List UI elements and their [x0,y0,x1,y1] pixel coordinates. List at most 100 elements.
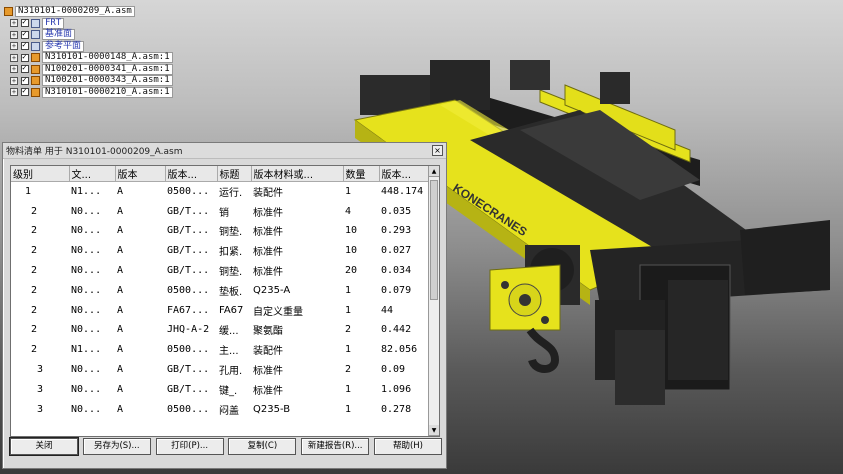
cell-material: 装配件 [253,346,283,358]
cell-level: 1 [25,186,32,198]
cell-level: 2 [31,245,38,257]
expand-icon[interactable]: + [10,19,18,28]
expand-icon[interactable]: + [10,42,18,51]
cell-level: 2 [31,265,38,277]
cell-weight: 0.079 [381,284,412,296]
cell-doc: N0... [71,225,102,237]
col-header-version-code[interactable]: 版本... [165,166,218,182]
cell-version: A [117,324,124,336]
table-row[interactable]: 2 N0... A FA67... FA67 自定义重量 1 44 [11,300,431,320]
print-button[interactable]: 打印(P)... [155,438,224,455]
cell-material: 标准件 [253,366,283,378]
cell-quantity: 2 [345,364,352,376]
tree-root-label: N310101-0000209_A.asm [15,6,135,18]
scroll-down-icon[interactable]: ▼ [429,425,439,436]
tree-item-asm-343[interactable]: + N100201-0000343_A.asm:1 [10,75,194,87]
dialog-title: 物料清单 用于 N310101-0000209_A.asm [6,147,183,157]
table-row[interactable]: 3 N0... A GB/T... 孔用. 标准件 2 0.09 [11,360,431,380]
tree-item-label: 基准面 [42,29,76,41]
cell-doc: N0... [71,245,102,257]
tree-root-item[interactable]: N310101-0000209_A.asm [4,6,194,18]
cell-quantity: 20 [345,265,358,277]
visibility-checkbox[interactable] [21,63,29,74]
expand-icon[interactable]: + [10,76,18,85]
table-row[interactable]: 2 N0... A GB/T... 扣紧. 标准件 10 0.027 [11,241,431,261]
vertical-scrollbar[interactable]: ▲ ▼ [428,166,439,436]
expand-icon[interactable]: + [10,65,18,74]
copy-button[interactable]: 复制(C) [228,438,297,455]
scroll-thumb[interactable] [430,180,438,300]
close-button[interactable]: 关闭 [9,437,79,456]
cell-doc: N0... [71,324,102,336]
cell-material: 标准件 [253,267,283,279]
save-as-button[interactable]: 另存为(S)... [82,438,151,455]
plane-icon [31,41,40,51]
dialog-titlebar[interactable]: 物料清单 用于 N310101-0000209_A.asm × [3,143,446,159]
model-tree[interactable]: N310101-0000209_A.asm + FRT + 基准面 + 参考平面… [4,6,194,98]
tree-item-asm-341[interactable]: + N100201-0000341_A.asm:1 [10,63,194,76]
cell-level: 2 [31,304,38,316]
expand-icon[interactable]: + [10,88,18,97]
col-header-quantity[interactable]: 数量 [343,166,380,182]
new-report-button[interactable]: 新建报告(R)... [301,438,370,455]
visibility-checkbox[interactable] [21,40,29,51]
tree-item-asm-210[interactable]: + N310101-0000210_A.asm:1 [10,86,194,99]
visibility-checkbox[interactable] [21,86,29,97]
table-row[interactable]: 3 N0... A 0500... 闷盖 Q235-B 1 0.278 [11,399,431,419]
tree-item-label: N310101-0000210_A.asm:1 [42,86,173,98]
tree-item-label: 参考平面 [42,40,85,52]
cell-weight: 0.278 [381,403,412,415]
tree-item-ref-plane[interactable]: + 参考平面 [10,40,194,53]
col-header-version[interactable]: 版本 [115,166,166,182]
cell-material: 标准件 [253,385,283,397]
visibility-checkbox[interactable] [21,52,29,62]
cell-doc: N1... [71,186,102,198]
visibility-checkbox[interactable] [21,17,29,28]
cell-weight: 82.056 [381,344,418,356]
table-row[interactable]: 3 N0... A GB/T... 键_. 标准件 1 1.096 [11,379,431,399]
cell-doc: N0... [71,265,102,277]
cell-title: 运行. [219,188,243,200]
help-button[interactable]: 帮助(H) [373,438,442,455]
cell-level: 2 [31,205,38,217]
visibility-checkbox[interactable] [21,29,29,39]
col-header-material[interactable]: 版本材料或... [251,166,344,182]
scroll-up-icon[interactable]: ▲ [429,166,439,177]
cell-weight: 0.034 [381,265,412,277]
tree-item-label: N310101-0000148_A.asm:1 [42,52,173,64]
cell-version-code: JHQ-A-2 [167,324,210,336]
col-header-title[interactable]: 标题 [217,166,252,182]
cell-quantity: 1 [345,403,352,415]
tree-item-frt[interactable]: + FRT [10,17,194,30]
visibility-checkbox[interactable] [21,75,29,85]
cell-version: A [117,403,124,415]
table-row[interactable]: 2 N0... A GB/T... 销 标准件 4 0.035 [11,201,431,221]
tree-item-datum[interactable]: + 基准面 [10,29,194,41]
bom-table-container[interactable]: 级别 文... 版本 版本... 标题 版本材料或... 数量 版本... 1 N… [10,165,440,437]
expand-icon[interactable]: + [10,53,18,62]
close-icon[interactable]: × [432,145,443,156]
table-row[interactable]: 2 N0... A JHQ-A-2 缓... 聚氨酯 2 0.442 [11,320,431,340]
expand-icon[interactable]: + [10,30,18,39]
table-row[interactable]: 2 N1... A 0500... 主... 装配件 1 82.056 [11,340,431,360]
cell-quantity: 1 [345,284,352,296]
cell-version-code: 0500... [167,403,210,415]
col-header-level[interactable]: 级别 [11,166,70,182]
col-header-doc[interactable]: 文... [69,166,116,182]
cell-material: 标准件 [253,247,283,259]
assembly-icon [31,87,40,97]
table-row[interactable]: 2 N0... A GB/T... 铜垫. 标准件 20 0.034 [11,261,431,281]
cell-version-code: GB/T... [167,265,210,277]
cell-version-code: GB/T... [167,364,210,376]
table-row[interactable]: 1 N1... A 0500... 运行. 装配件 1 448.174 [11,182,431,202]
col-header-weight[interactable]: 版本... [379,166,432,182]
3d-viewport[interactable]: KONECRANES N310101-0000209_A.asm + FRT +… [0,0,843,474]
tree-item-asm-148[interactable]: + N310101-0000148_A.asm:1 [10,52,194,64]
cell-title: 缓... [219,326,239,338]
cell-quantity: 1 [345,186,352,198]
table-row[interactable]: 2 N0... A 0500... 垫板. Q235-A 1 0.079 [11,280,431,300]
cell-material: 标准件 [253,227,283,239]
cell-doc: N0... [71,304,102,316]
cell-level: 2 [31,324,38,336]
table-row[interactable]: 2 N0... A GB/T... 铜垫. 标准件 10 0.293 [11,221,431,241]
